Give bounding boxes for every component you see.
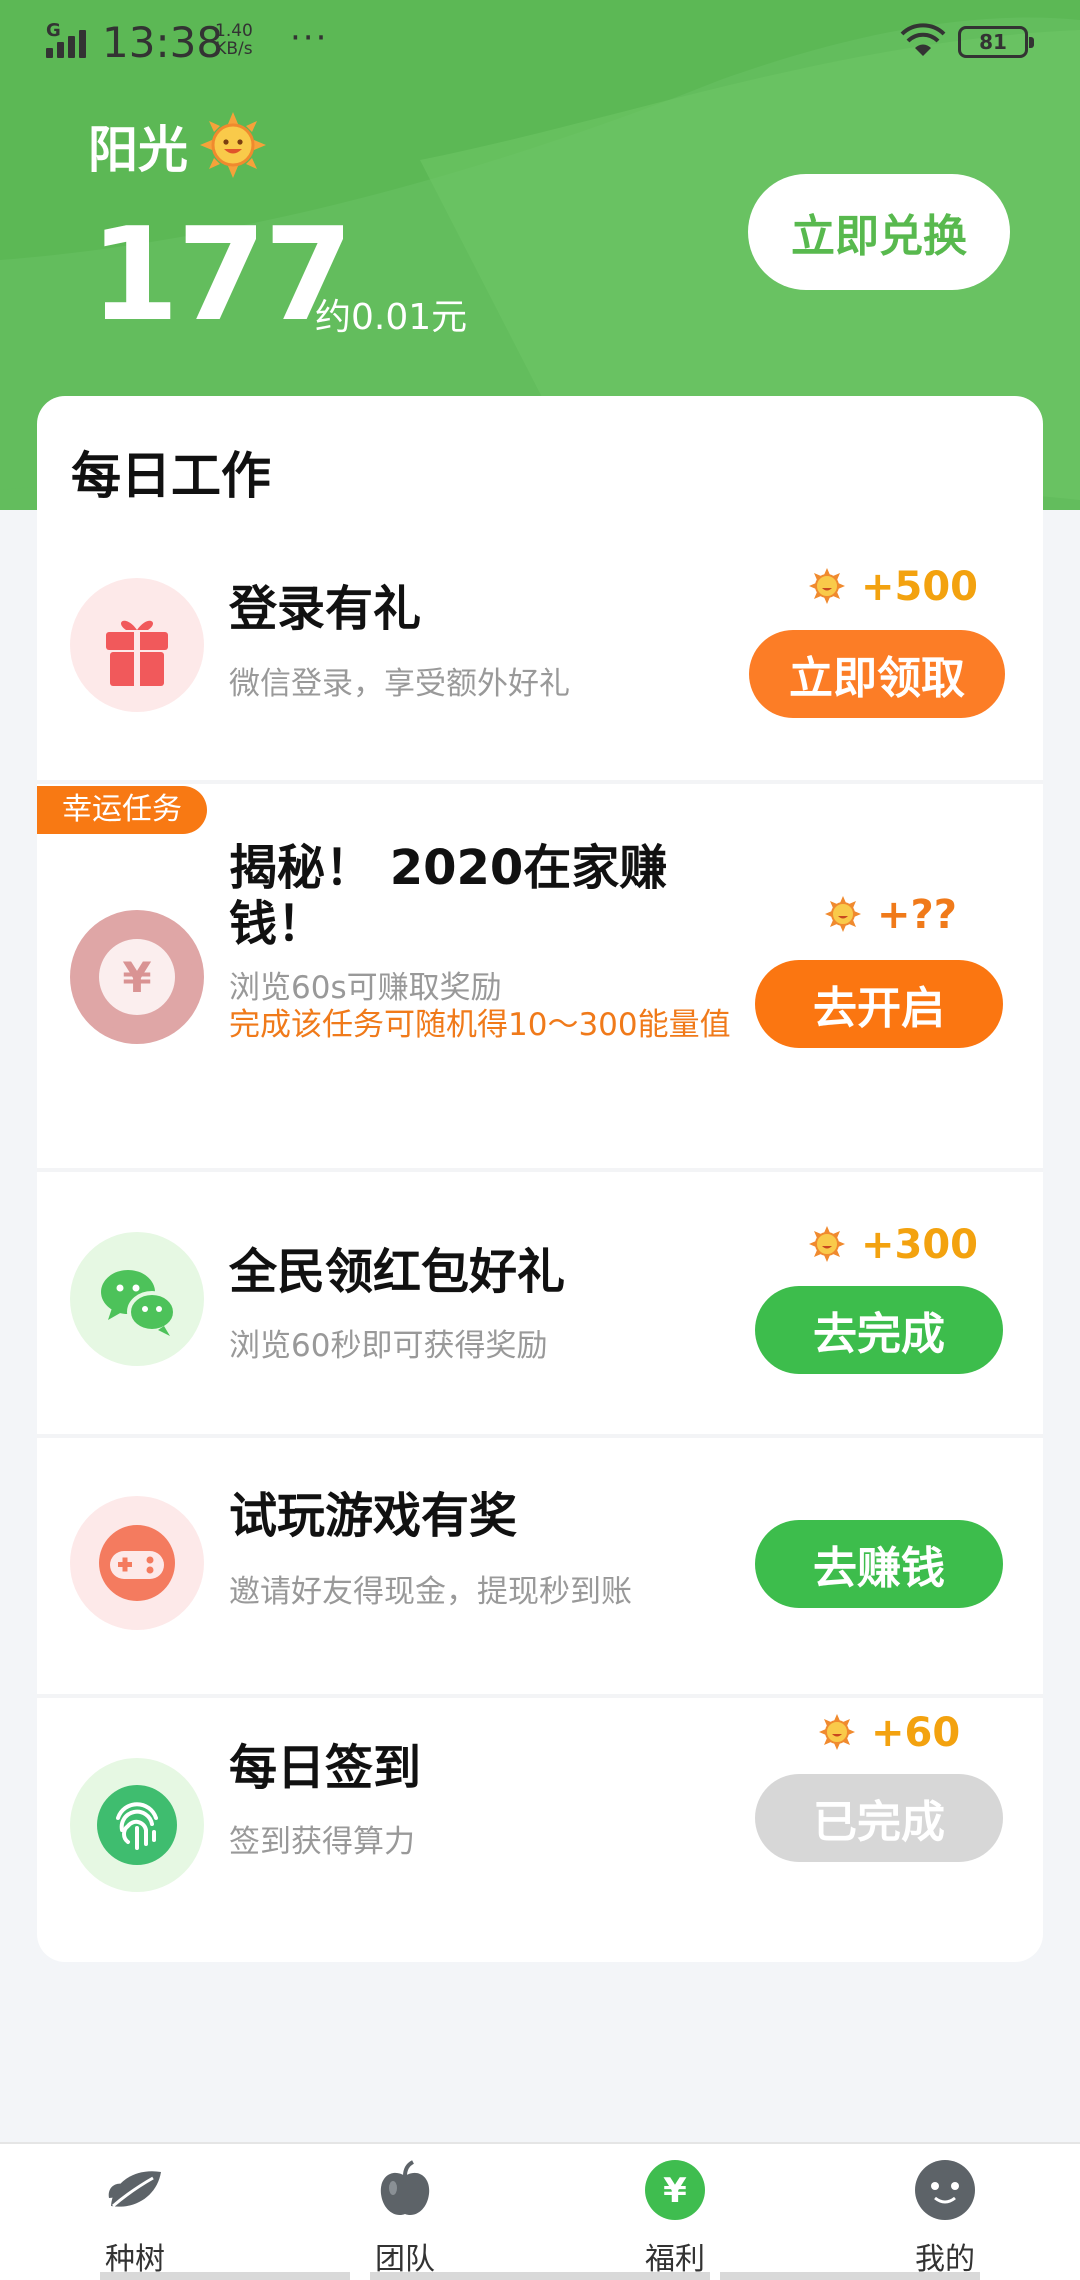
task-note: 完成该任务可随机得10～300能量值 — [229, 1007, 731, 1043]
task-reward: +60 — [819, 1710, 960, 1756]
task-title: 全民领红包好礼 — [229, 1244, 566, 1300]
network-type: G — [46, 20, 61, 41]
task-title: 登录有礼 — [229, 581, 422, 637]
sun-icon — [200, 112, 266, 178]
redeem-button[interactable]: 立即兑换 — [748, 174, 1010, 290]
signal-icon: G — [46, 20, 90, 58]
open-task-button[interactable]: 去开启 — [755, 960, 1003, 1048]
gamepad-icon-wrap — [70, 1496, 204, 1630]
points-cash-value: 约0.01元 — [315, 297, 468, 338]
username: 阳光 — [88, 121, 188, 179]
yen-icon: ¥ — [645, 2160, 705, 2220]
task-lucky-earn: ¥ 揭秘！ 2020在家赚钱！ 浏览60s可赚取奖励 完成该任务可随机得10～3… — [37, 784, 1043, 1164]
task-title: 每日签到 — [229, 1740, 422, 1796]
home-indicator — [100, 2272, 350, 2280]
wifi-icon — [900, 23, 946, 56]
reward-value: +?? — [877, 892, 957, 938]
apple-icon — [380, 2160, 430, 2216]
card-title: 每日工作 — [71, 447, 271, 505]
battery-icon: 81 — [958, 26, 1034, 58]
reward-value: +300 — [861, 1222, 979, 1268]
task-description: 邀请好友得现金，提现秒到账 — [229, 1574, 632, 1610]
gamepad-icon — [99, 1525, 175, 1601]
gift-icon — [106, 620, 168, 686]
task-red-packet: 全民领红包好礼 浏览60秒即可获得奖励 +300 去完成 — [37, 1172, 1043, 1434]
sun-icon — [819, 1714, 855, 1750]
task-reward: +?? — [825, 892, 957, 938]
gift-icon-wrap — [70, 578, 204, 712]
lucky-task-badge: 幸运任务 — [37, 786, 207, 834]
tab-welfare[interactable]: ¥ 福利 — [540, 2144, 810, 2280]
task-description: 签到获得算力 — [229, 1824, 415, 1860]
earn-money-button[interactable]: 去赚钱 — [755, 1520, 1003, 1608]
status-bar: G 13:38 1.40 KB/s ··· 81 — [0, 0, 1080, 84]
task-reward: +300 — [809, 1222, 978, 1268]
daily-tasks-card: 每日工作 登录有礼 微信登录，享受额外好礼 +500 立即领取 ¥ 揭秘！ 20… — [37, 396, 1043, 1962]
fingerprint-icon — [97, 1785, 177, 1865]
more-dots-icon: ··· — [290, 18, 329, 58]
speed-value: 1.40 — [215, 21, 253, 41]
task-title: 揭秘！ 2020在家赚钱！ — [229, 840, 668, 952]
complete-task-button[interactable]: 去完成 — [755, 1286, 1003, 1374]
task-daily-checkin: 每日签到 签到获得算力 +60 已完成 — [37, 1698, 1043, 1960]
yuan-coin-icon: ¥ — [81, 921, 193, 1033]
yuan-coin-icon-wrap: ¥ — [70, 910, 204, 1044]
sun-icon — [809, 1226, 845, 1262]
tab-mine[interactable]: 我的 — [810, 2144, 1080, 2280]
tab-team[interactable]: 团队 — [270, 2144, 540, 2280]
sun-icon — [825, 896, 861, 932]
points-balance: 177 — [90, 201, 353, 350]
svg-text:¥: ¥ — [122, 953, 151, 1002]
fingerprint-icon-wrap — [70, 1758, 204, 1892]
task-game-trial: 试玩游戏有奖 邀请好友得现金，提现秒到账 去赚钱 — [37, 1438, 1043, 1700]
reward-value: +500 — [861, 564, 979, 610]
speed-unit: KB/s — [215, 39, 253, 59]
home-indicator — [720, 2272, 980, 2280]
network-speed: 1.40 KB/s — [215, 22, 253, 58]
leaf-icon — [108, 2171, 161, 2208]
clock: 13:38 — [102, 18, 224, 67]
tab-plant-tree[interactable]: 种树 — [0, 2144, 270, 2280]
wechat-icon — [101, 1270, 177, 1336]
wechat-icon-wrap — [70, 1232, 204, 1366]
bottom-tab-bar: 种树 团队 ¥ 福利 我的 — [0, 2142, 1080, 2280]
smiley-icon — [915, 2160, 975, 2220]
completed-button[interactable]: 已完成 — [755, 1774, 1003, 1862]
task-login-gift: 登录有礼 微信登录，享受额外好礼 +500 立即领取 — [37, 536, 1043, 776]
svg-text:¥: ¥ — [663, 2171, 687, 2211]
task-description: 浏览60s可赚取奖励 — [229, 970, 502, 1006]
task-description: 浏览60秒即可获得奖励 — [229, 1328, 548, 1364]
task-title: 试玩游戏有奖 — [229, 1488, 518, 1544]
reward-value: +60 — [871, 1710, 961, 1756]
task-reward: +500 — [809, 564, 978, 610]
claim-now-button[interactable]: 立即领取 — [749, 630, 1005, 718]
sun-icon — [809, 568, 845, 604]
task-description: 微信登录，享受额外好礼 — [229, 666, 570, 702]
home-indicator — [370, 2272, 710, 2280]
